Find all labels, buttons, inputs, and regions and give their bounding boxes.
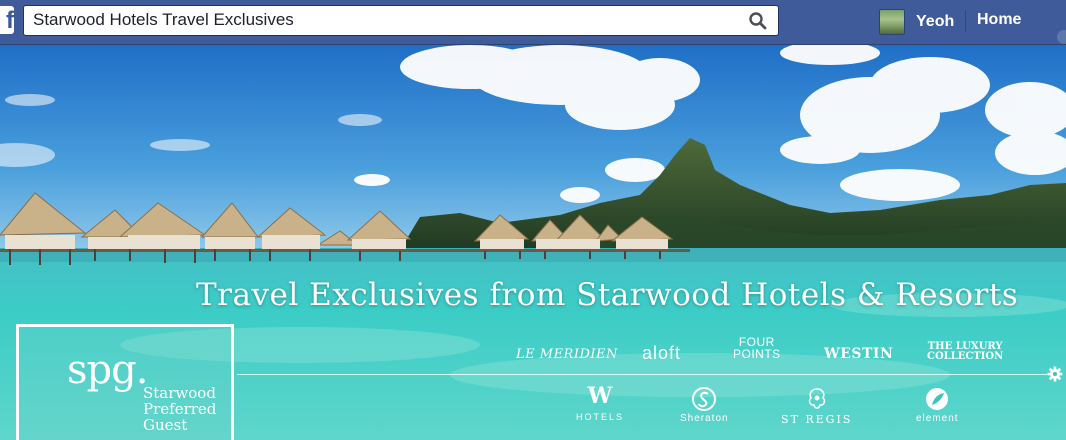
element-leaf-icon — [926, 388, 949, 410]
search-value[interactable]: Starwood Hotels Travel Exclusives — [33, 10, 294, 30]
cover-headline: Travel Exclusives from Starwood Hotels &… — [196, 277, 1019, 313]
gear-icon[interactable] — [1047, 366, 1063, 382]
brand-sheraton: Sheraton — [680, 386, 729, 424]
search-icon[interactable] — [748, 11, 768, 31]
brand-four-points-line-2: POINTS — [733, 347, 781, 361]
avatar[interactable] — [879, 9, 905, 35]
brand-sheraton-label: Sheraton — [680, 413, 729, 424]
top-bar: f Starwood Hotels Travel Exclusives Yeoh… — [0, 0, 1066, 45]
brand-westin: WESTIN — [824, 346, 894, 362]
brand-aloft: aloft — [642, 343, 682, 363]
divider — [965, 10, 966, 32]
corner-icon[interactable] — [1057, 30, 1066, 44]
brand-w-hotels: W HOTELS — [576, 385, 624, 425]
profile-link[interactable]: Yeoh — [879, 8, 954, 36]
spg-line-3: Guest — [143, 416, 188, 434]
brand-st-regis-label: ST REGIS — [781, 413, 853, 426]
profile-name[interactable]: Yeoh — [916, 13, 954, 31]
brand-luxury-line-2: COLLECTION — [927, 351, 1004, 362]
cover-photo[interactable]: Travel Exclusives from Starwood Hotels &… — [0, 45, 1066, 440]
brand-luxury-collection: THE LUXURY COLLECTION — [927, 342, 1003, 362]
home-link[interactable]: Home — [977, 11, 1021, 29]
spg-logo: spg. — [67, 347, 148, 393]
brand-element: element — [916, 386, 959, 424]
st-regis-crest-icon — [808, 388, 825, 409]
brand-st-regis: ST REGIS — [781, 386, 852, 426]
brand-element-label: element — [916, 413, 959, 424]
spg-tagline: Starwood Preferred Guest — [143, 385, 216, 433]
brand-divider — [237, 374, 1047, 375]
brand-four-points: FOUR POINTS — [733, 336, 781, 360]
brand-w-sub: HOTELS — [576, 412, 625, 422]
facebook-logo[interactable]: f — [0, 6, 14, 34]
brand-le-meridien: LE MERIDIEN — [516, 347, 618, 362]
spg-line-2: Preferred — [143, 400, 217, 418]
sheraton-emblem-icon — [692, 387, 717, 411]
spg-profile-picture[interactable]: spg. Starwood Preferred Guest — [16, 324, 234, 440]
brand-w-mark: W — [587, 383, 613, 409]
search-input[interactable]: Starwood Hotels Travel Exclusives — [23, 5, 779, 36]
spg-line-1: Starwood — [143, 384, 216, 402]
